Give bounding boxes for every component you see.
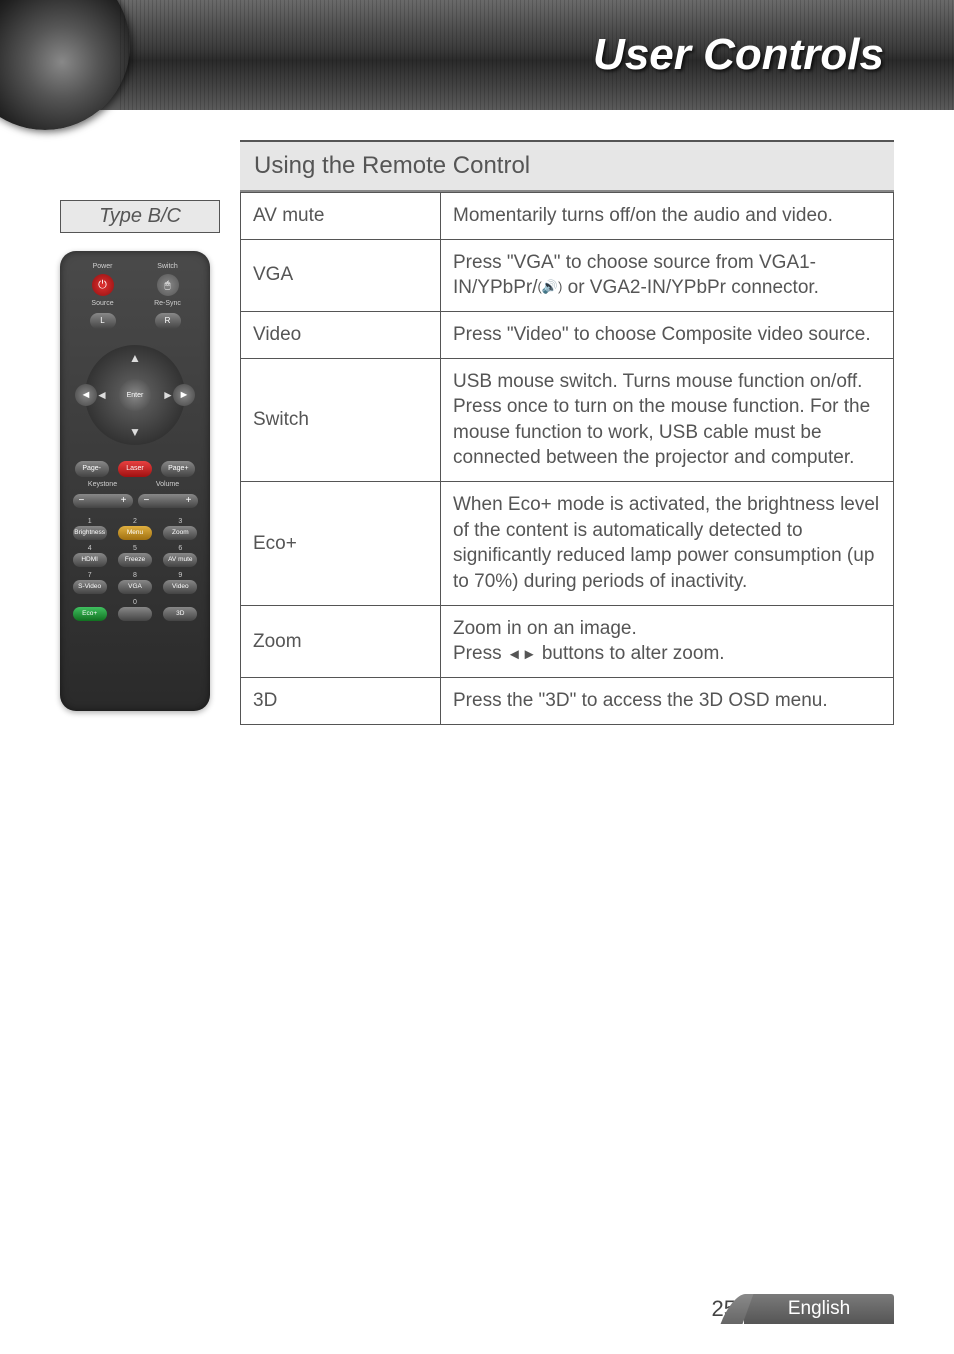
audio-icon: (🔊) bbox=[537, 279, 562, 294]
table-row: AV mute Momentarily turns off/on the aud… bbox=[241, 193, 894, 240]
main-content: Using the Remote Control AV mute Momenta… bbox=[240, 140, 894, 725]
table-row: VGA Press "VGA" to choose source from VG… bbox=[241, 239, 894, 311]
remote-type-label: Type B/C bbox=[60, 200, 220, 233]
remote-illustration: Power Switch ⏻ 🖱 Source Re-Sync L R ◄ ► … bbox=[60, 251, 210, 711]
freeze-button: Freeze bbox=[118, 553, 152, 567]
key-2-num: 2 bbox=[115, 518, 154, 525]
dpad: ◄ ► ▲ ▼ ◄ ► Enter bbox=[75, 335, 195, 455]
func-name: 3D bbox=[241, 677, 441, 724]
arrow-up-icon: ▲ bbox=[126, 349, 144, 367]
table-row: 3D Press the "3D" to access the 3D OSD m… bbox=[241, 677, 894, 724]
language-tab: English bbox=[744, 1294, 894, 1324]
avmute-button: AV mute bbox=[163, 553, 197, 567]
zoom-button: Zoom bbox=[163, 526, 197, 540]
zoom-line2b: buttons to alter zoom. bbox=[537, 643, 725, 664]
page-plus-button: Page+ bbox=[161, 461, 195, 477]
key-0-num: 0 bbox=[115, 599, 154, 606]
func-desc: USB mouse switch. Turns mouse function o… bbox=[441, 358, 894, 482]
vga-desc-part-b: or VGA2-IN/YPbPr connector. bbox=[562, 277, 819, 298]
func-name: Eco+ bbox=[241, 482, 441, 606]
arrow-left-icon: ◄ bbox=[93, 386, 111, 404]
sidebar: Type B/C Power Switch ⏻ 🖱 Source Re-Sync… bbox=[60, 140, 220, 725]
hdmi-button: HDMI bbox=[73, 553, 107, 567]
key-8-num: 8 bbox=[115, 572, 154, 579]
zoom-line2a: Press bbox=[453, 643, 507, 664]
label-volume: Volume bbox=[135, 481, 200, 488]
label-power: Power bbox=[70, 263, 135, 270]
key-1-num: 1 bbox=[70, 518, 109, 525]
label-source: Source bbox=[70, 300, 135, 307]
label-switch: Switch bbox=[135, 263, 200, 270]
zoom-line2: Press ◄► buttons to alter zoom. bbox=[453, 641, 881, 667]
l-button: L bbox=[90, 313, 116, 329]
key-9-num: 9 bbox=[161, 572, 200, 579]
func-desc: Press the "3D" to access the 3D OSD menu… bbox=[441, 677, 894, 724]
arrow-down-icon: ▼ bbox=[126, 423, 144, 441]
power-button-icon: ⏻ bbox=[92, 274, 114, 296]
svideo-button: S-Video bbox=[73, 580, 107, 594]
content-area: Type B/C Power Switch ⏻ 🖱 Source Re-Sync… bbox=[0, 110, 954, 725]
remote-keypad: 1Brightness 2Menu 3Zoom 4HDMI 5Freeze 6A… bbox=[70, 518, 200, 621]
key-5-num: 5 bbox=[115, 545, 154, 552]
func-desc: Momentarily turns off/on the audio and v… bbox=[441, 193, 894, 240]
table-row: Eco+ When Eco+ mode is activated, the br… bbox=[241, 482, 894, 606]
key-3-num: 3 bbox=[161, 518, 200, 525]
page-header: User Controls bbox=[0, 0, 954, 110]
label-resync: Re-Sync bbox=[135, 300, 200, 307]
page-title: User Controls bbox=[593, 30, 884, 80]
keystone-rocker: −+ bbox=[73, 494, 133, 508]
func-desc: Zoom in on an image. Press ◄► buttons to… bbox=[441, 605, 894, 677]
laser-button: Laser bbox=[118, 461, 152, 477]
table-row: Switch USB mouse switch. Turns mouse fun… bbox=[241, 358, 894, 482]
eco-button: Eco+ bbox=[73, 607, 107, 621]
vga-button: VGA bbox=[118, 580, 152, 594]
func-name: AV mute bbox=[241, 193, 441, 240]
volume-rocker: −+ bbox=[138, 494, 198, 508]
table-row: Video Press "Video" to choose Composite … bbox=[241, 311, 894, 358]
function-table: AV mute Momentarily turns off/on the aud… bbox=[240, 192, 894, 725]
func-name: Zoom bbox=[241, 605, 441, 677]
brightness-button: Brightness bbox=[73, 526, 107, 540]
func-name: Video bbox=[241, 311, 441, 358]
func-name: VGA bbox=[241, 239, 441, 311]
table-row: Zoom Zoom in on an image. Press ◄► butto… bbox=[241, 605, 894, 677]
func-desc: When Eco+ mode is activated, the brightn… bbox=[441, 482, 894, 606]
key-6-num: 6 bbox=[161, 545, 200, 552]
label-keystone: Keystone bbox=[70, 481, 135, 488]
key-4-num: 4 bbox=[70, 545, 109, 552]
enter-button: Enter bbox=[119, 379, 151, 411]
page-footer: 25 English bbox=[712, 1294, 894, 1324]
func-desc: Press "Video" to choose Composite video … bbox=[441, 311, 894, 358]
key-7-num: 7 bbox=[70, 572, 109, 579]
switch-button-icon: 🖱 bbox=[157, 274, 179, 296]
menu-button: Menu bbox=[118, 526, 152, 540]
section-title: Using the Remote Control bbox=[240, 140, 894, 192]
r-button: R bbox=[155, 313, 181, 329]
blank-button bbox=[118, 607, 152, 621]
func-name: Switch bbox=[241, 358, 441, 482]
video-button: Video bbox=[163, 580, 197, 594]
page-minus-button: Page- bbox=[75, 461, 109, 477]
left-right-arrows-icon: ◄► bbox=[507, 646, 537, 663]
arrow-right-icon: ► bbox=[159, 386, 177, 404]
func-desc: Press "VGA" to choose source from VGA1-I… bbox=[441, 239, 894, 311]
three-d-button: 3D bbox=[163, 607, 197, 621]
zoom-line1: Zoom in on an image. bbox=[453, 616, 881, 642]
